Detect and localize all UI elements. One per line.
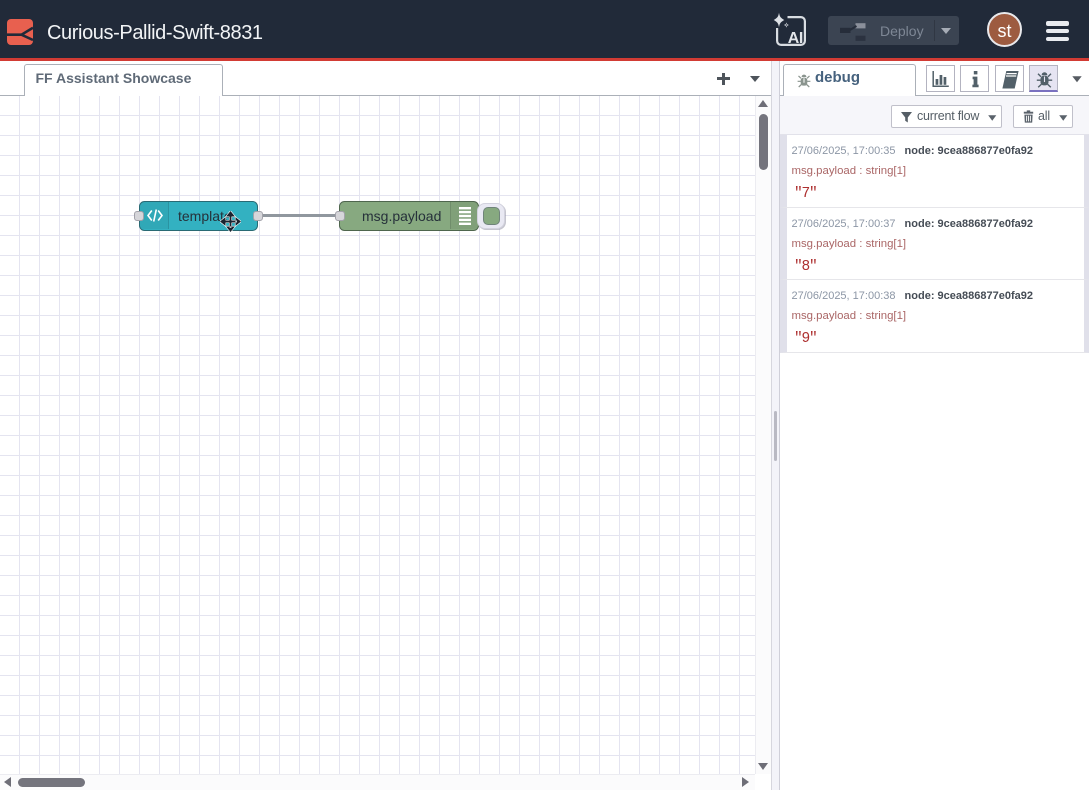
svg-text:AI: AI bbox=[788, 30, 803, 47]
